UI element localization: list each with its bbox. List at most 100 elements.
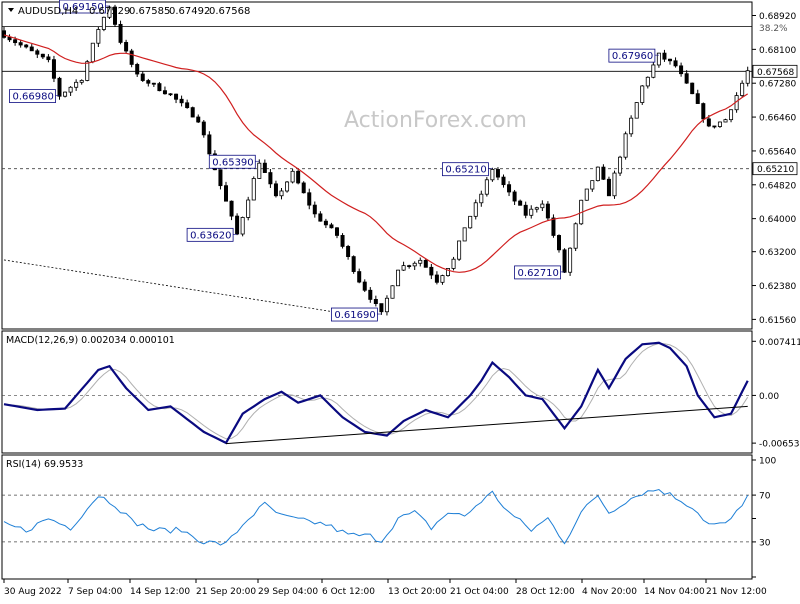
price-tick-label: 0.65640: [759, 147, 796, 157]
candle-body: [340, 235, 345, 247]
price-tick-label: 0.68920: [759, 12, 796, 22]
candle-body: [379, 303, 384, 313]
candle-body: [334, 227, 339, 236]
candle-body: [101, 16, 106, 30]
candle-body: [557, 235, 562, 251]
candle-body: [651, 64, 656, 78]
candle-body: [7, 36, 12, 41]
candle-body: [329, 224, 334, 229]
price-tag-label: 0.65210: [757, 165, 794, 175]
candle-body: [296, 170, 301, 184]
candle-body: [262, 162, 267, 173]
candle-body: [240, 217, 245, 235]
candle-body: [512, 191, 517, 202]
candle-body: [174, 93, 179, 100]
candle-body: [418, 259, 423, 264]
candle-body: [201, 121, 206, 136]
candle-body: [29, 46, 34, 52]
candle-body: [729, 109, 734, 121]
candle-body: [440, 275, 445, 283]
candle-body: [290, 170, 295, 183]
candle-body: [562, 249, 567, 273]
candle-body: [434, 274, 439, 283]
annotation-label: 0.66980: [13, 92, 54, 103]
price-tick-label: 0.61560: [759, 316, 796, 326]
candle-body: [368, 289, 373, 300]
candle-body: [640, 85, 645, 103]
candle-body: [13, 39, 18, 44]
candle-body: [146, 80, 151, 84]
candle-body: [595, 166, 600, 182]
candle-body: [357, 271, 362, 283]
candle-body: [407, 265, 412, 268]
candle-body: [495, 169, 500, 178]
candle-body: [124, 42, 129, 52]
price-annotation: 0.66980: [9, 89, 60, 103]
x-tick-label: 14 Sep 12:00: [130, 587, 190, 597]
candle-body: [606, 178, 611, 197]
candle-body: [351, 256, 356, 272]
candle-body: [612, 172, 617, 197]
candle-body: [312, 204, 317, 215]
candle-body: [745, 70, 750, 84]
price-tag-label: 0.67568: [757, 68, 794, 78]
x-tick-label: 21 Sep 20:00: [196, 587, 256, 597]
x-tick-label: 21 Nov 12:00: [706, 587, 767, 597]
header-close: 0.67568: [209, 6, 250, 17]
candle-body: [601, 166, 606, 180]
chart-canvas: 38.2% ActionForex.com 0.691500.669800.65…: [0, 0, 800, 600]
x-tick-label: 21 Oct 04:00: [450, 587, 509, 597]
candle-body: [63, 91, 68, 97]
candle-body: [384, 297, 389, 313]
fib-level-label: 38.2%: [759, 24, 788, 34]
macd-tick-label: -0.006532: [759, 440, 800, 450]
candle-body: [396, 269, 401, 287]
candle-body: [96, 29, 101, 44]
candle-body: [68, 86, 73, 93]
price-tick-label: 0.63200: [759, 248, 796, 258]
candle-body: [740, 82, 745, 96]
candle-body: [229, 200, 234, 217]
price-tick-label: 0.67280: [759, 80, 796, 90]
candle-body: [462, 227, 467, 242]
candle-body: [301, 182, 306, 194]
candle-body: [401, 265, 406, 271]
candle-body: [2, 30, 7, 38]
candle-body: [279, 190, 284, 197]
candle-body: [684, 73, 689, 84]
candle-body: [479, 193, 484, 204]
candle-body: [362, 281, 367, 291]
candle-body: [645, 76, 650, 87]
audusd-h4-chart: 38.2% ActionForex.com 0.69150 0.66980 0.65…: [0, 0, 800, 600]
candle-body: [223, 185, 228, 202]
candle-body: [451, 258, 456, 269]
candle-body: [423, 259, 428, 268]
candle-body: [629, 117, 634, 135]
candle-body: [251, 178, 256, 201]
candle-body: [346, 246, 351, 257]
candle-body: [79, 80, 84, 83]
candle-body: [90, 42, 95, 63]
candle-body: [218, 169, 223, 187]
header-high: 0.67585: [129, 6, 170, 17]
candle-body: [179, 98, 184, 104]
price-annotation: 0.65210: [441, 162, 493, 177]
candle-body: [573, 223, 578, 249]
annotation-label: 0.67960: [612, 51, 653, 62]
candle-body: [723, 119, 728, 123]
candle-body: [473, 202, 478, 217]
candle-body: [484, 179, 489, 195]
candle-body: [590, 180, 595, 190]
x-tick-label: 4 Nov 20:00: [582, 587, 637, 597]
candle-body: [501, 176, 506, 186]
candle-body: [57, 77, 62, 97]
candle-body: [545, 203, 550, 219]
candle-body: [507, 184, 512, 193]
candle-body: [412, 262, 417, 267]
x-tick-label: 13 Oct 20:00: [388, 587, 447, 597]
candle-body: [168, 93, 173, 96]
candle-body: [74, 81, 79, 88]
candle-body: [668, 58, 673, 62]
candle-body: [695, 93, 700, 104]
candle-body: [85, 61, 90, 81]
